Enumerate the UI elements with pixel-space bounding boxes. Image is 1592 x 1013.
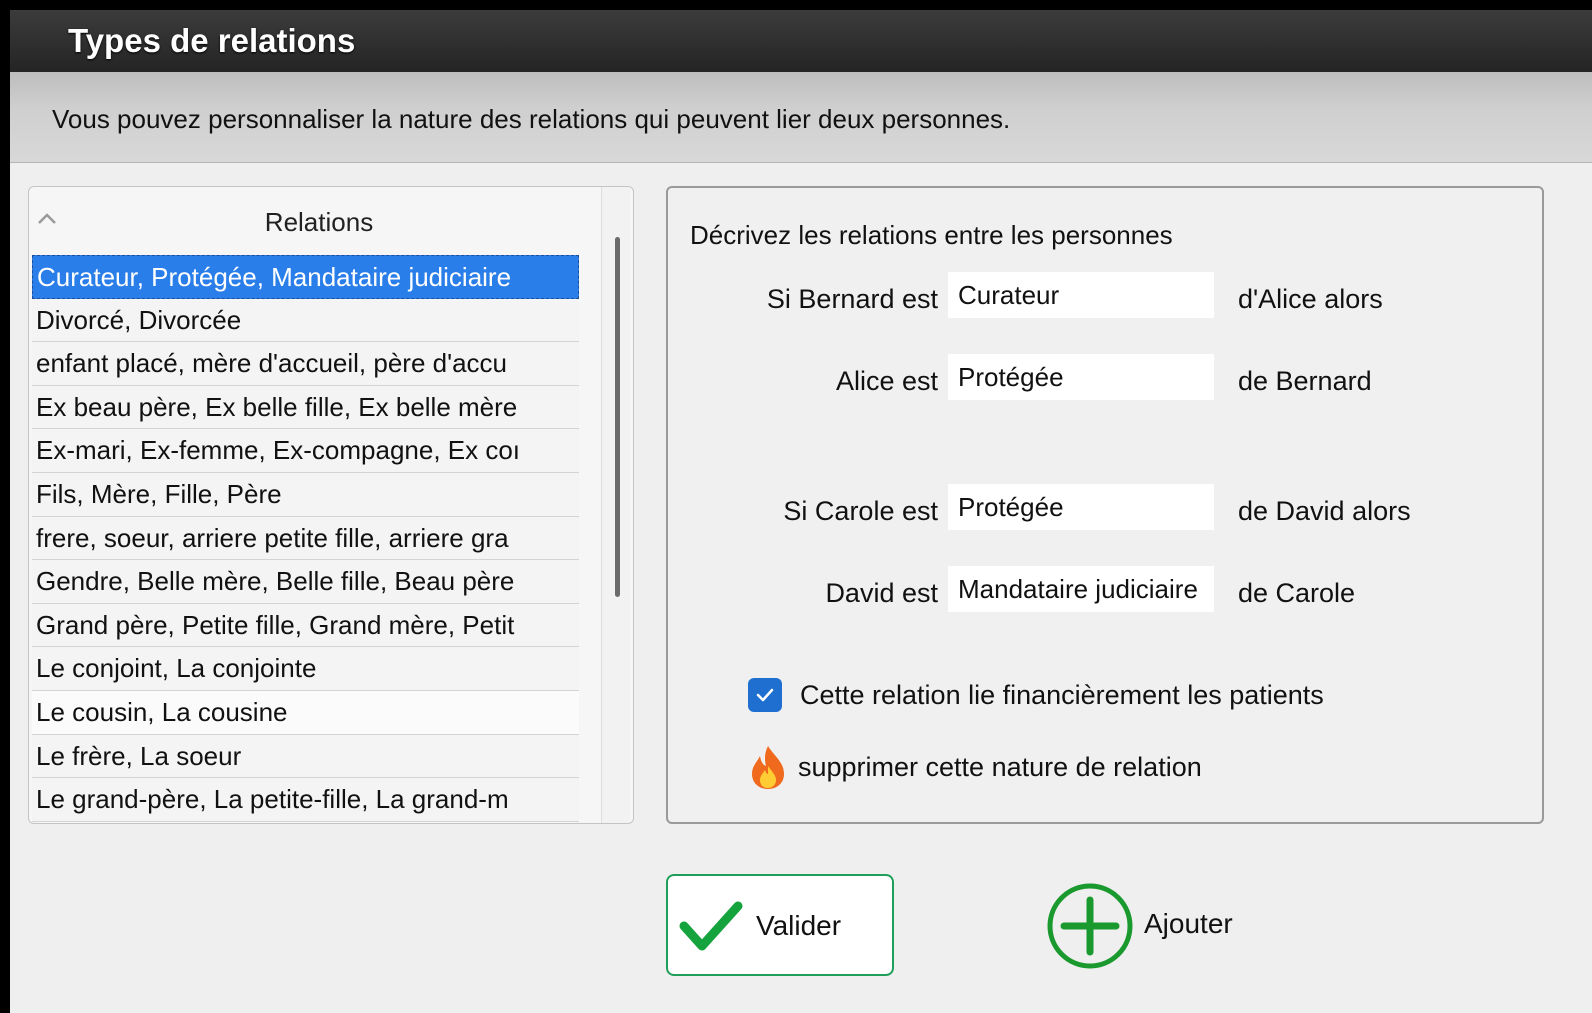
field-suffix-bernard: d'Alice alors bbox=[1238, 284, 1383, 314]
validate-button-label: Valider bbox=[756, 910, 842, 941]
relation-input-carole[interactable] bbox=[948, 484, 1214, 530]
list-item[interactable]: Divorcé, Divorcée bbox=[32, 298, 579, 343]
validate-button[interactable]: Valider bbox=[666, 874, 894, 976]
relation-input-bernard[interactable] bbox=[948, 272, 1214, 318]
description-text: Vous pouvez personnaliser la nature des … bbox=[52, 104, 1011, 134]
field-label-bernard: Si Bernard est bbox=[766, 284, 938, 314]
list-item[interactable]: Fils, Mère, Fille, Père bbox=[32, 472, 579, 517]
relation-input-david[interactable] bbox=[948, 566, 1214, 612]
add-circle-icon bbox=[1047, 883, 1133, 969]
list-item[interactable]: enfant placé, mère d'accueil, père d'acc… bbox=[32, 342, 579, 386]
green-check-icon bbox=[679, 901, 743, 951]
list-item[interactable]: Le grand-père, La petite-fille, La grand… bbox=[32, 778, 579, 822]
list-item[interactable]: Le frère, La soeur bbox=[32, 734, 579, 779]
field-suffix-david: de Carole bbox=[1238, 578, 1356, 608]
list-item[interactable]: Grand père, Petite fille, Grand mère, Pe… bbox=[32, 603, 579, 648]
relation-input-alice[interactable] bbox=[948, 354, 1214, 400]
list-header[interactable]: Relations bbox=[29, 187, 581, 253]
field-suffix-alice: de Bernard bbox=[1238, 366, 1372, 396]
relation-details-panel: Décrivez les relations entre les personn… bbox=[666, 186, 1544, 824]
field-label-carole: Si Carole est bbox=[783, 496, 938, 526]
financial-link-checkbox[interactable] bbox=[748, 678, 782, 712]
description-bar: Vous pouvez personnaliser la nature des … bbox=[10, 72, 1592, 163]
details-heading: Décrivez les relations entre les personn… bbox=[690, 220, 1173, 250]
vertical-scrollbar[interactable] bbox=[601, 187, 630, 823]
delete-relation-link[interactable]: supprimer cette nature de relation bbox=[798, 752, 1202, 783]
list-item[interactable]: Gendre, Belle mère, Belle fille, Beau pè… bbox=[32, 560, 579, 604]
field-label-alice: Alice est bbox=[835, 366, 938, 396]
field-suffix-carole: de David alors bbox=[1238, 496, 1411, 526]
add-button[interactable]: Ajouter bbox=[1046, 882, 1256, 972]
field-label-david: David est bbox=[825, 578, 938, 608]
list-item[interactable]: Le conjoint, La conjointe bbox=[32, 647, 579, 691]
dialog-window: Types de relations Vous pouvez personnal… bbox=[10, 10, 1592, 1013]
list-item[interactable]: Le cousin, La cousine bbox=[32, 690, 579, 735]
list-item-selected[interactable]: Curateur, Protégée, Mandataire judiciair… bbox=[32, 255, 579, 299]
list-item[interactable]: frere, soeur, arriere petite fille, arri… bbox=[32, 516, 579, 561]
checkmark-icon bbox=[756, 688, 774, 702]
window-title: Types de relations bbox=[68, 22, 356, 59]
list-item[interactable]: Ex beau père, Ex belle fille, Ex belle m… bbox=[32, 385, 579, 430]
column-header-relations[interactable]: Relations bbox=[29, 207, 609, 238]
fire-icon[interactable] bbox=[748, 744, 788, 790]
financial-link-label[interactable]: Cette relation lie financièrement les pa… bbox=[800, 680, 1324, 711]
add-button-label: Ajouter bbox=[1144, 908, 1233, 939]
scrollbar-thumb[interactable] bbox=[615, 237, 620, 597]
title-bar: Types de relations bbox=[10, 10, 1592, 72]
relations-list[interactable]: Relations Curateur, Protégée, Mandataire… bbox=[28, 186, 634, 824]
list-item[interactable]: Ex-mari, Ex-femme, Ex-compagne, Ex coı bbox=[32, 429, 579, 473]
